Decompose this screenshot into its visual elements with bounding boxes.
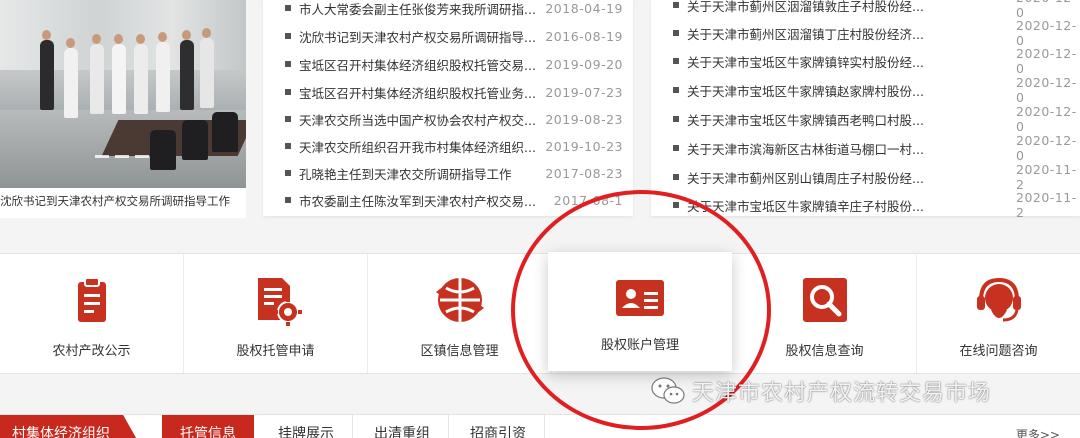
news-date: 2019-07-23	[545, 84, 623, 100]
tab-strip: 村集体经济组织 托管信息 挂牌展示 出清重组 招商引资 更多>>	[0, 414, 1080, 438]
news-title[interactable]: 沈欣书记到天津农村产权交易所调研指导...	[299, 27, 536, 46]
clipboard-icon	[77, 277, 106, 322]
news-title[interactable]: 天津农交所当选中国产权协会农村产权交...	[299, 110, 536, 129]
news-title[interactable]: 天津农交所组织召开我市村集体经济组织...	[299, 137, 536, 156]
news-photo[interactable]	[0, 0, 246, 188]
news-date: 2018-04-19	[545, 0, 623, 16]
wechat-icon	[651, 377, 685, 404]
notice-date: 2020-12-0	[1016, 104, 1077, 134]
news-item[interactable]: 沈欣书记到天津农村产权交易所调研指导... 2016-08-19	[263, 23, 633, 49]
notice-title[interactable]: 关于天津市宝坻区牛家牌镇西老鸭口村股...	[687, 110, 924, 129]
bullet-icon	[285, 170, 291, 176]
id-card-icon	[616, 280, 664, 316]
notice-item[interactable]: 关于天津市宝坻区牛家牌镇赵家牌村股份... 2020-12-0	[651, 75, 1080, 105]
tab-custody-info[interactable]: 托管信息	[162, 415, 254, 438]
service-label[interactable]: 在线问题咨询	[917, 340, 1080, 359]
bullet-icon	[673, 116, 679, 122]
notice-title[interactable]: 关于天津市蓟州区别山镇周庄子村股份经...	[687, 168, 924, 187]
news-photo-card[interactable]: 沈欣书记到天津农村产权交易所调研指导工作	[0, 0, 246, 218]
notice-title[interactable]: 关于天津市蓟州区洇溜镇敦庄子村股份经...	[687, 0, 924, 15]
document-gear-icon	[257, 278, 302, 326]
magnifier-icon	[802, 278, 847, 322]
service-label[interactable]: 区镇信息管理	[368, 340, 551, 359]
service-equity-query[interactable]: 股权信息查询	[733, 254, 917, 373]
notice-item[interactable]: 关于天津市滨海新区古林街道马棚口一村... 2020-12-0	[651, 133, 1080, 163]
bullet-icon	[673, 174, 679, 180]
bullet-icon	[285, 197, 291, 203]
tab-listing-display[interactable]: 挂牌展示	[260, 415, 353, 438]
notice-item[interactable]: 关于天津市蓟州区别山镇周庄子村股份经... 2020-11-2	[651, 162, 1080, 192]
service-district-info[interactable]: 区镇信息管理	[368, 254, 552, 373]
service-label[interactable]: 股权托管申请	[184, 340, 367, 359]
notice-title[interactable]: 关于天津市滨海新区古林街道马棚口一村...	[687, 139, 924, 158]
quick-service-bar: 农村产改公示 股权托管申请 区镇信息管理 股权账户管理 股权信息查询 在线问题咨…	[0, 252, 1080, 374]
news-item[interactable]: 市农委副主任陈汝军到天津农村产权交易... 2017-08-1	[263, 187, 633, 213]
news-date: 2016-08-19	[545, 28, 623, 44]
bullet-icon	[285, 61, 291, 67]
news-date: 2017-08-23	[545, 165, 623, 181]
bullet-icon	[285, 5, 291, 11]
news-date: 2017-08-1	[553, 192, 623, 208]
slide-indicator[interactable]	[95, 155, 155, 158]
news-list-card: 市人大常委会副主任张俊芳来我所调研指... 2018-04-19 沈欣书记到天津农…	[263, 0, 633, 216]
news-title[interactable]: 市人大常委会副主任张俊芳来我所调研指...	[299, 0, 536, 18]
bullet-icon	[285, 143, 291, 149]
notice-item[interactable]: 关于天津市宝坻区牛家牌镇辛庄子村股份... 2020-11-2	[651, 190, 1080, 220]
news-title[interactable]: 市农委副主任陈汝军到天津农村产权交易...	[299, 191, 536, 210]
news-date: 2019-08-23	[545, 111, 623, 127]
headset-icon	[976, 277, 1021, 322]
bullet-icon	[673, 202, 679, 208]
notice-date: 2020-12-0	[1016, 46, 1077, 76]
news-date: 2019-09-20	[545, 56, 623, 72]
news-item[interactable]: 宝坻区召开村集体经济组织股权托管交易... 2019-09-20	[263, 51, 633, 77]
news-item[interactable]: 天津农交所组织召开我市村集体经济组织... 2019-10-23	[263, 133, 633, 159]
service-label[interactable]: 股权账户管理	[548, 334, 732, 353]
notice-date: 2020-12-0	[1016, 18, 1077, 48]
service-label[interactable]: 农村产改公示	[0, 340, 183, 359]
notice-item[interactable]: 关于天津市蓟州区洇溜镇敦庄子村股份经... 2020-12-0	[651, 0, 1080, 20]
notice-item[interactable]: 关于天津市宝坻区牛家牌镇锌实村股份经... 2020-12-0	[651, 46, 1080, 76]
notice-item[interactable]: 关于天津市蓟州区洇溜镇丁庄村股份经济... 2020-12-0	[651, 18, 1080, 48]
notice-date: 2020-12-0	[1016, 75, 1077, 105]
tab-investment-promotion[interactable]: 招商引资	[452, 415, 545, 438]
bullet-icon	[285, 116, 291, 122]
bullet-icon	[673, 30, 679, 36]
service-online-consult[interactable]: 在线问题咨询	[917, 254, 1080, 373]
news-title[interactable]: 宝坻区召开村集体经济组织股权托管交易...	[299, 55, 536, 74]
notice-title[interactable]: 关于天津市宝坻区牛家牌镇锌实村股份经...	[687, 52, 924, 71]
service-rural-reform-notice[interactable]: 农村产改公示	[0, 254, 184, 373]
bullet-icon	[673, 145, 679, 151]
bullet-icon	[285, 89, 291, 95]
notice-date: 2020-12-0	[1016, 133, 1077, 163]
bullet-icon	[673, 58, 679, 64]
watermark-text: 天津市农村产权流转交易市场	[692, 381, 992, 406]
news-title[interactable]: 宝坻区召开村集体经济组织股权托管业务...	[299, 83, 536, 102]
bullet-icon	[285, 33, 291, 39]
notice-list-card: 关于天津市蓟州区洇溜镇敦庄子村股份经... 2020-12-0 关于天津市蓟州区洇…	[651, 0, 1080, 220]
notice-item[interactable]: 关于天津市宝坻区牛家牌镇西老鸭口村股... 2020-12-0	[651, 104, 1080, 134]
notice-title[interactable]: 关于天津市宝坻区牛家牌镇赵家牌村股份...	[687, 81, 924, 100]
notice-title[interactable]: 关于天津市蓟州区洇溜镇丁庄村股份经济...	[687, 24, 924, 43]
news-item[interactable]: 天津农交所当选中国产权协会农村产权交... 2019-08-23	[263, 106, 633, 132]
globe-exchange-icon	[435, 278, 484, 322]
service-custody-apply[interactable]: 股权托管申请	[184, 254, 368, 373]
notice-title[interactable]: 关于天津市宝坻区牛家牌镇辛庄子村股份...	[687, 196, 924, 215]
news-item[interactable]: 市人大常委会副主任张俊芳来我所调研指... 2018-04-19	[263, 0, 633, 21]
service-equity-account[interactable]: 股权账户管理	[548, 252, 732, 371]
news-title[interactable]: 孔晓艳主任到天津农交所调研指导工作	[299, 164, 512, 183]
bullet-icon	[673, 2, 679, 8]
notice-date: 2020-12-0	[1016, 0, 1076, 20]
notice-date: 2020-11-2	[1016, 190, 1077, 220]
news-item[interactable]: 宝坻区召开村集体经济组织股权托管业务... 2019-07-23	[263, 79, 633, 105]
more-link[interactable]: 更多>>	[1016, 426, 1060, 438]
section-title: 村集体经济组织	[0, 415, 140, 438]
tab-clearance-restructure[interactable]: 出清重组	[356, 415, 449, 438]
bullet-icon	[673, 87, 679, 93]
photo-caption[interactable]: 沈欣书记到天津农村产权交易所调研指导工作	[0, 193, 246, 209]
notice-date: 2020-11-2	[1016, 162, 1077, 192]
news-item[interactable]: 孔晓艳主任到天津农交所调研指导工作 2017-08-23	[263, 160, 633, 186]
watermark: 天津市农村产权流转交易市场	[650, 373, 991, 409]
news-date: 2019-10-23	[545, 138, 623, 154]
service-label[interactable]: 股权信息查询	[733, 340, 916, 359]
